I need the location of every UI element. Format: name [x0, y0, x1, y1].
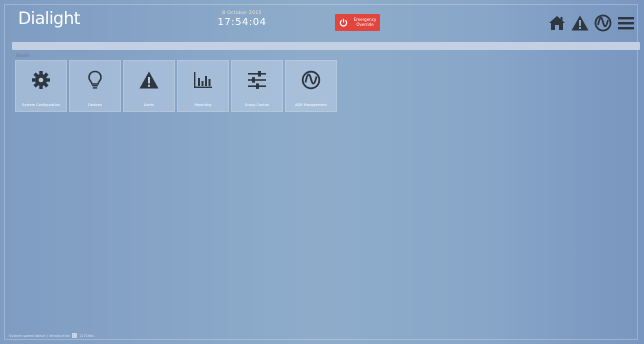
tile-alerts[interactable]: Alerts — [123, 60, 175, 112]
tile-devices[interactable]: Devices — [69, 60, 121, 112]
tile-label: Group Control — [244, 103, 270, 107]
gear-icon — [30, 69, 52, 91]
logo-mark — [12, 31, 62, 46]
tile-adr-management[interactable]: ADR Management — [285, 60, 337, 112]
bar-chart-icon — [192, 69, 214, 91]
sliders-icon — [246, 69, 268, 91]
main-tiles: System Configuration Devices Alerts Repo… — [15, 60, 339, 112]
dialight-logo[interactable]: Dialight — [12, 9, 82, 46]
tile-label: Devices — [88, 103, 102, 107]
current-time: 17:54:04 — [217, 17, 267, 28]
tile-system-configuration[interactable]: System Configuration — [15, 60, 67, 112]
tile-group-control[interactable]: Group Control — [231, 60, 283, 112]
tile-label: System Configuration — [22, 103, 60, 107]
lightbulb-icon — [84, 69, 106, 91]
tile-label: ADR Management — [295, 103, 327, 107]
footer-speed-value: 1171kbs — [79, 333, 95, 338]
emergency-override-button[interactable]: Emergency Override — [335, 14, 380, 31]
current-date: 8 October 2015 — [222, 11, 262, 16]
emergency-override-label: Emergency Override — [352, 17, 378, 27]
warning-icon — [138, 69, 160, 91]
adr-icon — [300, 69, 322, 91]
tile-label: Reporting — [194, 103, 212, 107]
alerts-warning-icon[interactable] — [570, 13, 590, 33]
top-nav-icons — [544, 13, 636, 33]
search-input[interactable] — [12, 51, 640, 60]
footer-indicator[interactable] — [72, 333, 78, 338]
logo-text: Dialight — [18, 9, 80, 29]
tile-reporting[interactable]: Reporting — [177, 60, 229, 112]
emergency-label-line2: Override — [356, 21, 374, 27]
footer-status-text: System speed above / introduction — [9, 333, 71, 338]
date-time-display: 8 October 2015 17:54:04 — [212, 11, 272, 28]
adr-status-icon[interactable] — [593, 13, 613, 33]
tile-label: Alerts — [143, 103, 155, 107]
status-footer: System speed above / introduction 1171kb… — [9, 333, 94, 338]
home-icon[interactable] — [547, 13, 567, 33]
power-icon — [339, 18, 348, 27]
search-bar — [12, 42, 640, 60]
menu-icon[interactable] — [616, 13, 636, 33]
